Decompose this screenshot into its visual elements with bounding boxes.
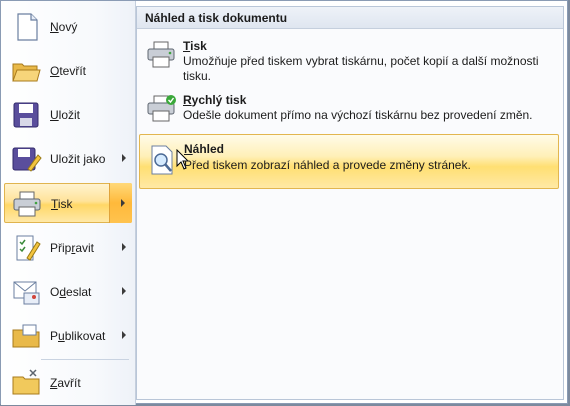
submenu-arrow-icon [122, 331, 126, 339]
submenu-item-description: Odešle dokument přímo na výchozí tiskárn… [183, 108, 533, 122]
submenu-panel: Náhled a tisk dokumentu Tisk Umožňuje př… [136, 6, 564, 400]
submenu-arrow-icon [122, 287, 126, 295]
submenu-arrow-icon [122, 243, 126, 251]
printer-icon [147, 41, 175, 68]
menu-item-pripravit[interactable]: Připravit [4, 228, 132, 268]
printer-icon [13, 191, 41, 217]
office-menu-window: Nový Otevřít Uložit Uložit jako Tisk Při… [0, 0, 568, 405]
menu-item-label: Uložit jako [50, 152, 106, 166]
submenu-item-title: Tisk [183, 39, 207, 53]
menu-item-zavrit[interactable]: Zavřít [4, 363, 132, 403]
submenu-item-title: Náhled [184, 142, 225, 156]
submenu-arrow-icon [121, 199, 125, 207]
menu-item-ulozit-jako[interactable]: Uložit jako [4, 139, 132, 179]
menu-item-label: Tisk [51, 197, 73, 211]
publish-icon [12, 324, 40, 348]
new-document-icon [17, 13, 38, 41]
menu-item-label: Zavřít [50, 376, 81, 390]
menu-separator [41, 359, 129, 360]
submenu-item-title: Rychlý tisk [183, 93, 247, 107]
menu-item-label: Uložit [50, 108, 81, 122]
submenu-item-rychly-tisk[interactable]: Rychlý tisk Odešle dokument přímo na výc… [139, 89, 559, 129]
open-folder-icon [12, 63, 41, 82]
close-folder-icon [12, 369, 40, 395]
submenu-item-tisk[interactable]: Tisk Umožňuje před tiskem vybrat tiskárn… [139, 35, 559, 87]
menu-item-odeslat[interactable]: Odeslat [4, 272, 132, 312]
submenu-header: Náhled a tisk dokumentu [137, 7, 563, 29]
menu-item-label: Odeslat [50, 285, 92, 299]
save-disk-icon [13, 102, 39, 128]
menu-item-otevrit[interactable]: Otevřít [4, 51, 132, 91]
menu-item-tisk[interactable]: Tisk [4, 183, 132, 223]
submenu-arrow-icon [122, 154, 126, 162]
menu-item-label: Otevřít [50, 64, 87, 78]
office-menu-left-column: Nový Otevřít Uložit Uložit jako Tisk Při… [1, 1, 136, 405]
menu-item-label: Nový [50, 20, 78, 34]
save-as-icon [12, 147, 42, 172]
quick-print-icon [147, 95, 176, 122]
menu-item-label: Připravit [50, 241, 95, 255]
menu-item-label: Publikovat [50, 329, 106, 343]
send-icon [13, 281, 40, 305]
menu-item-publikovat[interactable]: Publikovat [4, 316, 132, 356]
submenu-item-description: Před tiskem zobrazí náhled a provede změ… [184, 158, 471, 172]
submenu-item-nahled[interactable]: Náhled Před tiskem zobrazí náhled a prov… [139, 134, 559, 189]
submenu-item-description: Umožňuje před tiskem vybrat tiskárnu, po… [183, 54, 539, 83]
menu-item-ulozit[interactable]: Uložit [4, 95, 132, 135]
menu-item-novy[interactable]: Nový [4, 7, 132, 47]
print-preview-icon [151, 145, 173, 175]
prepare-icon [16, 235, 41, 261]
